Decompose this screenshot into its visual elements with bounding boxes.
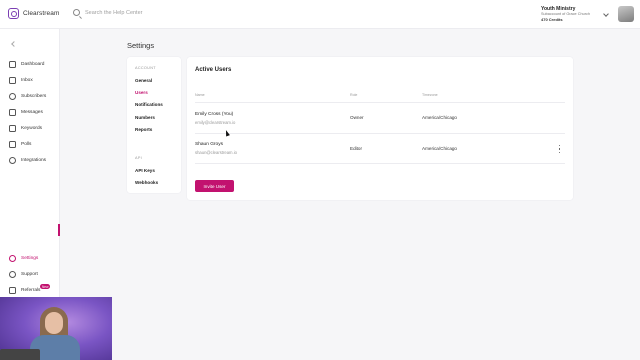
clearstream-logo-icon: [8, 8, 19, 19]
sidebar-item-label: Integrations: [21, 157, 47, 163]
sidebar-item-referrals[interactable]: Referrals: [9, 285, 40, 295]
user-name: Shaun Groys: [195, 142, 223, 147]
subscribers-icon: [9, 92, 16, 100]
search-icon: [73, 9, 80, 16]
org-switcher[interactable]: Youth Ministry Subaccount of Grace Churc…: [541, 6, 590, 22]
sidebar-item-label: Support: [21, 271, 38, 277]
search-input[interactable]: [85, 9, 205, 16]
invite-user-button[interactable]: Invite User: [195, 180, 234, 192]
keywords-icon: [9, 124, 16, 132]
account-heading: ACCOUNT: [135, 66, 156, 70]
avatar[interactable]: [618, 6, 634, 22]
menu-item-api-keys[interactable]: API Keys: [135, 168, 155, 173]
sidebar-item-label: Dashboard: [21, 61, 45, 67]
chevron-down-icon[interactable]: [603, 11, 609, 17]
menu-item-notifications[interactable]: Notifications: [135, 102, 163, 107]
sidebar-item-inbox[interactable]: Inbox: [9, 75, 33, 85]
more-options-icon[interactable]: [558, 145, 561, 153]
collapse-sidebar-icon[interactable]: [11, 41, 17, 47]
user-role: Owner: [350, 115, 364, 120]
sidebar-item-integrations[interactable]: Integrations: [9, 155, 46, 165]
header-divider: [195, 102, 565, 103]
sidebar-item-subscribers[interactable]: Subscribers: [9, 91, 46, 101]
user-email: shaun@clearstream.io: [195, 150, 237, 155]
user-timezone: America/Chicago: [422, 146, 457, 151]
sidebar-item-messages[interactable]: Messages: [9, 107, 43, 117]
dashboard-icon: [9, 60, 16, 68]
menu-item-general[interactable]: General: [135, 78, 152, 83]
presenter-desk: [0, 349, 40, 360]
column-header-role: Role: [350, 93, 358, 97]
app-logo[interactable]: Clearstream: [8, 8, 60, 19]
sidebar-item-label: Referrals: [21, 287, 41, 293]
webcam-overlay: [0, 297, 112, 360]
menu-item-reports[interactable]: Reports: [135, 127, 152, 132]
inbox-icon: [9, 76, 16, 84]
api-heading: API: [135, 156, 143, 160]
presenter-face: [45, 312, 63, 334]
active-indicator: [58, 224, 60, 236]
logo-text: Clearstream: [23, 10, 60, 17]
users-panel: Active Users Name Role Timezone Emily Cr…: [187, 57, 573, 200]
page-title: Settings: [127, 41, 155, 50]
user-role: Editor: [350, 146, 363, 151]
menu-item-webhooks[interactable]: Webhooks: [135, 180, 158, 185]
messages-icon: [9, 108, 16, 116]
panel-title: Active Users: [195, 67, 232, 73]
user-name: Emily Cross (You): [195, 112, 234, 117]
support-icon: [9, 270, 16, 278]
row-divider: [195, 163, 565, 164]
sidebar-item-label: Polls: [21, 141, 32, 147]
column-header-name: Name: [195, 93, 205, 97]
sidebar-item-label: Subscribers: [21, 93, 47, 99]
sidebar-item-label: Inbox: [21, 77, 33, 83]
settings-menu: ACCOUNT General Users Notifications Numb…: [127, 57, 181, 193]
user-email: emily@clearstream.io: [195, 120, 236, 125]
top-bar: Clearstream Youth Ministry Subaccount of…: [0, 0, 640, 29]
user-timezone: America/Chicago: [422, 115, 457, 120]
sidebar-item-settings[interactable]: Settings: [9, 253, 38, 263]
sidebar-item-dashboard[interactable]: Dashboard: [9, 59, 44, 69]
new-badge: New: [40, 284, 51, 289]
sidebar-item-polls[interactable]: Polls: [9, 139, 31, 149]
polls-icon: [9, 140, 16, 148]
sidebar-item-label: Settings: [21, 255, 39, 261]
help-search: [73, 9, 205, 16]
sidebar-item-keywords[interactable]: Keywords: [9, 123, 42, 133]
sidebar-item-support[interactable]: Support: [9, 269, 38, 279]
column-header-timezone: Timezone: [422, 93, 438, 97]
sidebar-item-label: Keywords: [21, 125, 43, 131]
referrals-icon: [9, 286, 16, 294]
sidebar-item-label: Messages: [21, 109, 43, 115]
integrations-icon: [9, 156, 16, 164]
settings-icon: [9, 254, 16, 262]
org-credits: 470 Credits: [541, 16, 563, 22]
menu-item-users[interactable]: Users: [135, 90, 148, 95]
menu-item-numbers[interactable]: Numbers: [135, 115, 155, 120]
row-divider: [195, 133, 565, 134]
